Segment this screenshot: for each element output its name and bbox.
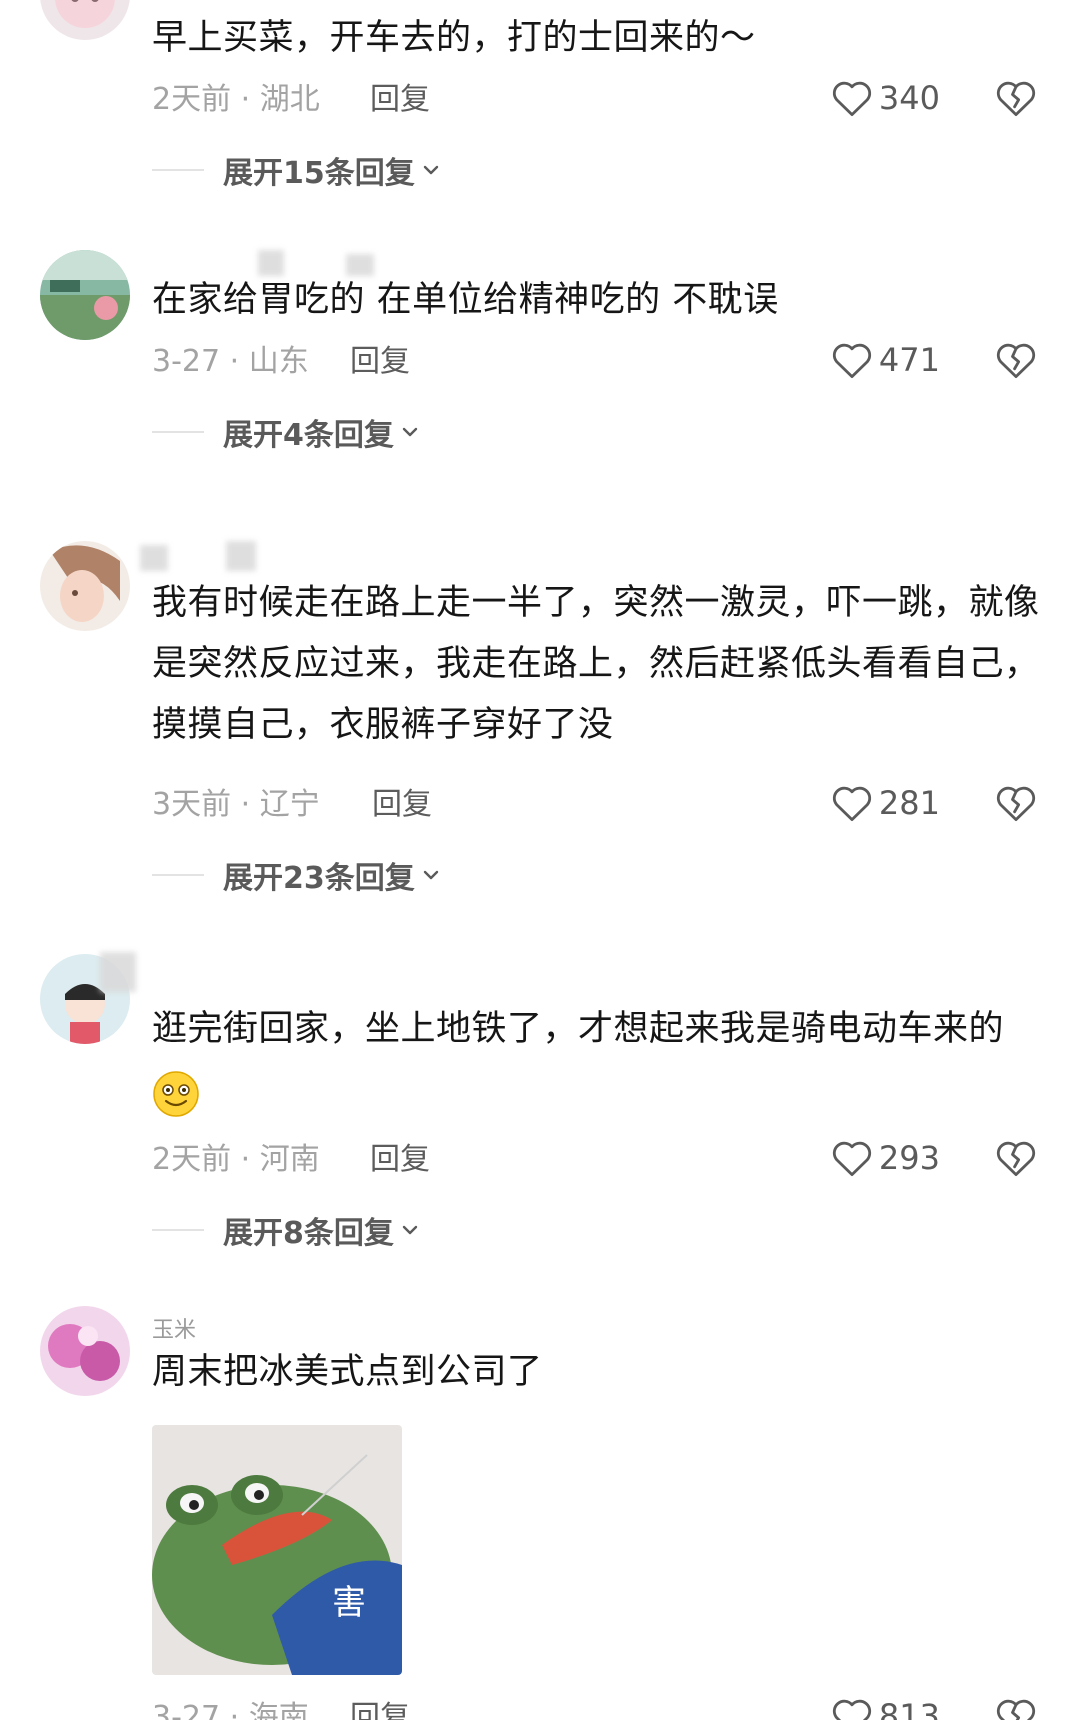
reply-button[interactable]: 回复 bbox=[350, 336, 410, 380]
reply-button[interactable]: 回复 bbox=[370, 1134, 430, 1178]
expand-replies-button[interactable]: 展开4条回复 bbox=[152, 410, 422, 454]
reply-button[interactable]: 回复 bbox=[350, 1692, 410, 1720]
broken-heart-icon bbox=[996, 81, 1036, 117]
chevron-down-icon bbox=[419, 863, 443, 887]
username-redacted bbox=[140, 545, 168, 571]
comment-text: 逛完街回家，坐上地铁了，才想起来我是骑电动车来的 bbox=[152, 1009, 1005, 1049]
avatar-image bbox=[40, 250, 130, 340]
comment-text: 早上买菜，开车去的，打的士回来的～ bbox=[152, 18, 756, 58]
meta-separator: · bbox=[220, 344, 249, 379]
comment-time: 3天前 bbox=[152, 787, 232, 822]
comment-location: 海南 bbox=[248, 1700, 309, 1720]
like-count: 293 bbox=[878, 1139, 940, 1177]
like-button[interactable]: 471 bbox=[831, 340, 940, 380]
comment-location: 湖北 bbox=[259, 82, 320, 117]
heart-outline-icon bbox=[832, 1699, 871, 1720]
comment-location: 辽宁 bbox=[259, 787, 320, 822]
heart-outline-icon bbox=[832, 786, 871, 822]
comment-location: 山东 bbox=[248, 344, 309, 379]
chevron-down-icon bbox=[398, 1218, 422, 1242]
broken-heart-icon bbox=[996, 343, 1036, 379]
avatar-image bbox=[40, 1306, 130, 1396]
like-count: 813 bbox=[878, 1697, 940, 1720]
like-count: 340 bbox=[878, 79, 940, 117]
chevron-down-icon bbox=[419, 158, 443, 182]
like-button[interactable]: 813 bbox=[831, 1696, 940, 1720]
avatar[interactable] bbox=[40, 0, 130, 40]
meta-separator: · bbox=[231, 82, 260, 117]
divider-line bbox=[152, 1229, 204, 1231]
heart-outline-icon bbox=[832, 1141, 871, 1177]
dislike-button[interactable] bbox=[995, 783, 1037, 823]
frog-sticker-icon bbox=[152, 1425, 402, 1675]
dislike-button[interactable] bbox=[995, 1696, 1037, 1720]
like-count: 281 bbox=[878, 784, 940, 822]
username-redacted bbox=[100, 952, 136, 992]
comment-meta: 3-27 · 山东 bbox=[152, 336, 309, 380]
smile-emoji-icon bbox=[152, 1070, 200, 1118]
comment-text: 我有时候走在路上走一半了，突然一激灵，吓一跳，就像是突然反应过来，我走在路上，然… bbox=[152, 583, 1040, 745]
comment-text: 周末把冰美式点到公司了 bbox=[152, 1352, 543, 1392]
expand-replies-button[interactable]: 展开23条回复 bbox=[152, 853, 443, 897]
reply-button[interactable]: 回复 bbox=[370, 74, 430, 118]
reply-button[interactable]: 回复 bbox=[372, 779, 432, 823]
broken-heart-icon bbox=[996, 786, 1036, 822]
broken-heart-icon bbox=[996, 1699, 1036, 1720]
comment-time: 2天前 bbox=[152, 1142, 232, 1177]
avatar-image bbox=[40, 541, 130, 631]
divider-line bbox=[152, 169, 204, 171]
comment-meta: 2天前 · 湖北 bbox=[152, 74, 320, 118]
meta-separator: · bbox=[231, 1142, 260, 1177]
comment-time: 3-27 bbox=[152, 1700, 221, 1720]
expand-replies-button[interactable]: 展开8条回复 bbox=[152, 1208, 422, 1252]
heart-outline-icon bbox=[832, 343, 871, 379]
like-count: 471 bbox=[878, 341, 940, 379]
heart-outline-icon bbox=[832, 81, 871, 117]
dislike-button[interactable] bbox=[995, 1138, 1037, 1178]
dislike-button[interactable] bbox=[995, 340, 1037, 380]
username[interactable]: 玉米 bbox=[152, 1312, 196, 1344]
expand-replies-button[interactable]: 展开15条回复 bbox=[152, 148, 443, 192]
expand-replies-label: 展开8条回复 bbox=[223, 1216, 394, 1251]
like-button[interactable]: 340 bbox=[831, 78, 940, 118]
expand-replies-label: 展开15条回复 bbox=[223, 156, 415, 191]
dislike-button[interactable] bbox=[995, 78, 1037, 118]
sticker-text: 害 bbox=[332, 1583, 366, 1623]
expand-replies-label: 展开4条回复 bbox=[223, 418, 394, 453]
comment-text: 在家给胃吃的 在单位给精神吃的 不耽误 bbox=[152, 280, 779, 320]
comment-list: 早上买菜，开车去的，打的士回来的～ 2天前 · 湖北 回复 340 展开15条回… bbox=[0, 0, 1080, 1720]
expand-replies-label: 展开23条回复 bbox=[223, 861, 415, 896]
comment-time: 3-27 bbox=[152, 344, 221, 379]
comment-meta: 3天前 · 辽宁 bbox=[152, 779, 320, 823]
avatar[interactable] bbox=[40, 1306, 130, 1396]
comment-location: 河南 bbox=[259, 1142, 320, 1177]
comment-meta: 3-27 · 海南 bbox=[152, 1692, 309, 1720]
username-redacted bbox=[226, 541, 256, 571]
meta-separator: · bbox=[220, 1700, 249, 1720]
avatar[interactable] bbox=[40, 541, 130, 631]
sticker-image[interactable]: 害 bbox=[152, 1425, 402, 1675]
comment-meta: 2天前 · 河南 bbox=[152, 1134, 320, 1178]
comment-time: 2天前 bbox=[152, 82, 232, 117]
meta-separator: · bbox=[231, 787, 260, 822]
broken-heart-icon bbox=[996, 1141, 1036, 1177]
divider-line bbox=[152, 431, 204, 433]
avatar-image bbox=[40, 0, 130, 40]
like-button[interactable]: 293 bbox=[831, 1138, 940, 1178]
like-button[interactable]: 281 bbox=[831, 783, 940, 823]
chevron-down-icon bbox=[398, 420, 422, 444]
avatar[interactable] bbox=[40, 250, 130, 340]
divider-line bbox=[152, 874, 204, 876]
